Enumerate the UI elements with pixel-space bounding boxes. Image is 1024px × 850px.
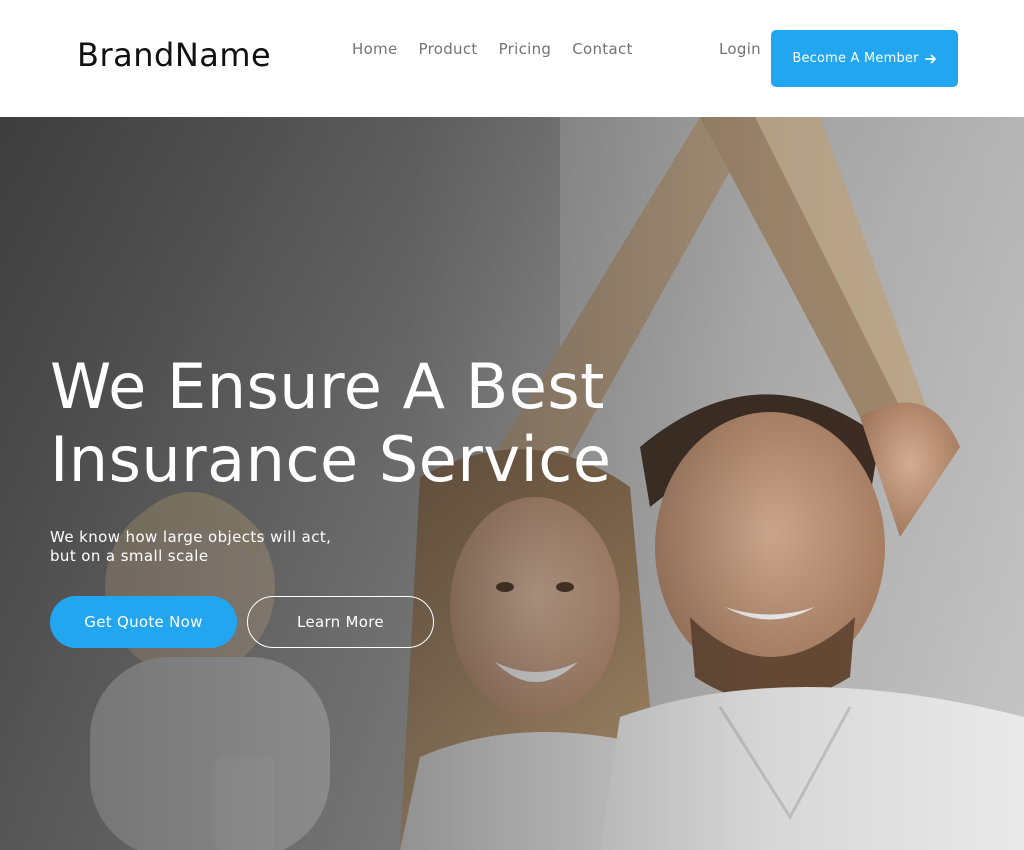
nav-link-contact[interactable]: Contact xyxy=(572,40,632,58)
site-header: BrandName Home Product Pricing Contact L… xyxy=(0,0,1024,117)
hero-title-line-2: Insurance Service xyxy=(50,423,612,496)
login-link[interactable]: Login xyxy=(719,40,761,58)
brand-logo[interactable]: BrandName xyxy=(77,36,271,74)
learn-more-button[interactable]: Learn More xyxy=(247,596,434,648)
nav-link-product[interactable]: Product xyxy=(419,40,478,58)
hero-subtitle: We know how large objects will act, but … xyxy=(50,528,331,566)
nav-link-pricing[interactable]: Pricing xyxy=(499,40,552,58)
hero-title: We Ensure A Best Insurance Service xyxy=(50,350,650,496)
arrow-right-icon xyxy=(924,54,936,63)
hero-subtitle-line-1: We know how large objects will act, xyxy=(50,528,332,546)
main-nav: Home Product Pricing Contact xyxy=(352,40,633,58)
become-member-button[interactable]: Become A Member xyxy=(771,30,958,87)
get-quote-button[interactable]: Get Quote Now xyxy=(50,596,237,648)
hero-section: We Ensure A Best Insurance Service We kn… xyxy=(0,117,1024,850)
nav-link-home[interactable]: Home xyxy=(352,40,398,58)
hero-subtitle-line-2: but on a small scale xyxy=(50,547,209,565)
hero-title-line-1: We Ensure A Best xyxy=(50,350,605,423)
become-member-label: Become A Member xyxy=(792,51,919,66)
